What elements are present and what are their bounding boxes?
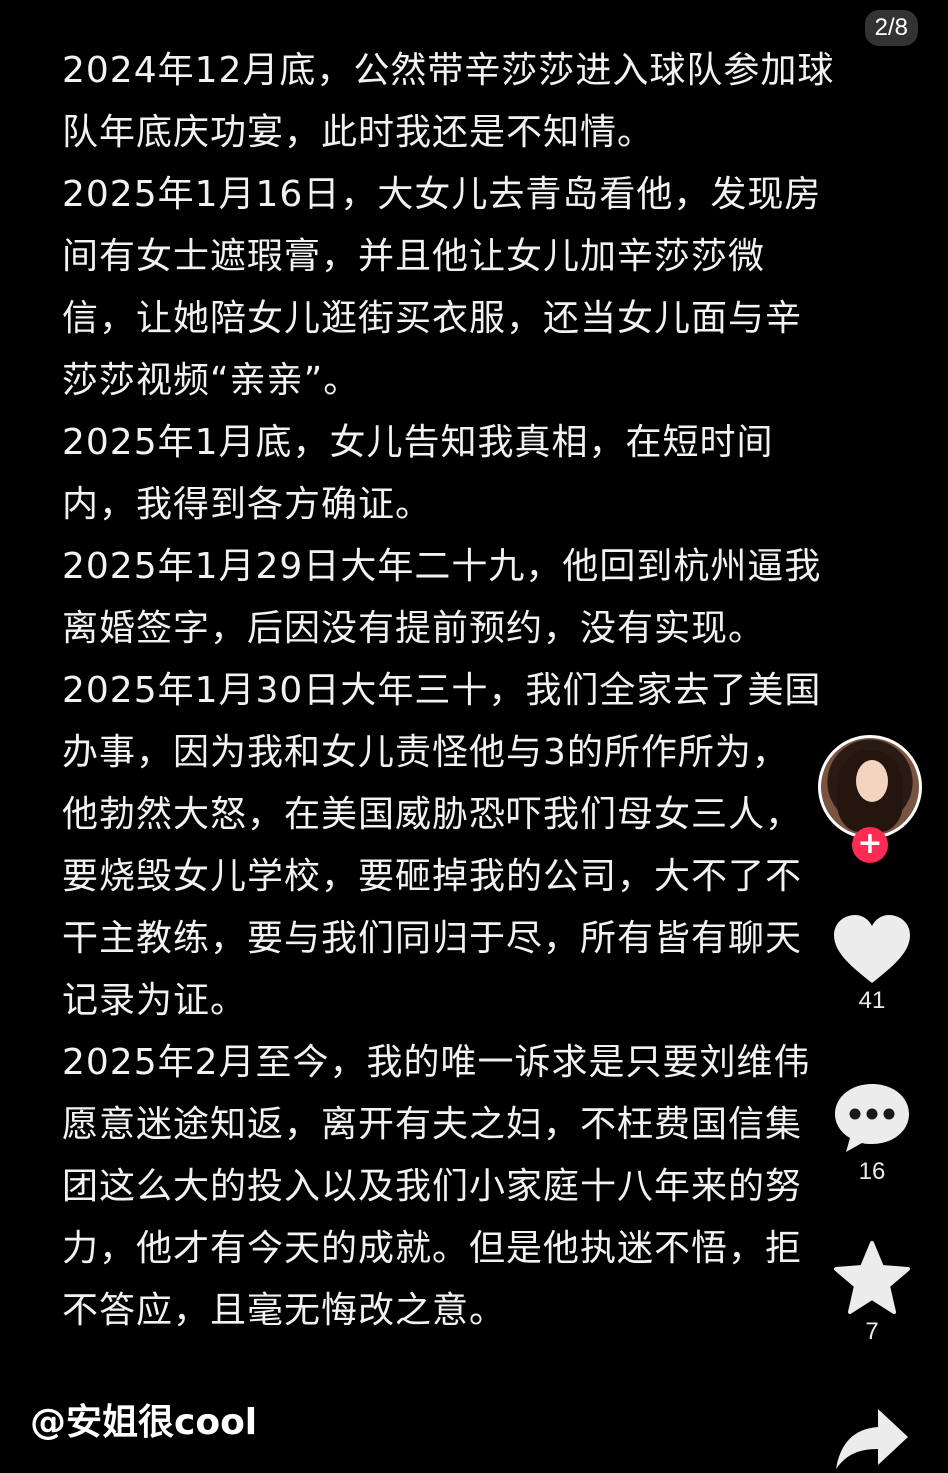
text-line: 离婚签字，后因没有提前预约，没有实现。 bbox=[62, 608, 766, 649]
text-line: 2024年12月底，公然带辛莎莎进入球队参加球 bbox=[62, 50, 835, 91]
text-line: 2025年1月29日大年二十九，他回到杭州逼我 bbox=[62, 546, 822, 587]
favorite-button[interactable]: 7 bbox=[814, 1240, 930, 1346]
share-icon bbox=[836, 1409, 908, 1469]
text-line: 2025年1月16日，大女儿去青岛看他，发现房 bbox=[62, 174, 822, 215]
comment-button[interactable]: 16 bbox=[814, 1080, 930, 1186]
text-line: 2025年1月底，女儿告知我真相，在短时间 bbox=[62, 422, 774, 463]
follow-button[interactable]: + bbox=[852, 827, 888, 863]
text-line: 团这么大的投入以及我们小家庭十八年来的努 bbox=[62, 1166, 803, 1207]
avatar-face bbox=[856, 760, 888, 802]
heart-icon bbox=[834, 915, 910, 983]
text-line: 2025年1月30日大年三十，我们全家去了美国 bbox=[62, 670, 822, 711]
text-line: 他勃然大怒，在美国威胁恐吓我们母女三人， bbox=[62, 794, 803, 835]
text-line: 不答应，且毫无悔改之意。 bbox=[62, 1290, 507, 1331]
text-line: 愿意迷途知返，离开有夫之妇，不枉费国信集 bbox=[62, 1104, 803, 1145]
text-line: 2025年2月至今，我的唯一诉求是只要刘维伟 bbox=[62, 1042, 811, 1083]
share-button[interactable] bbox=[814, 1403, 930, 1473]
text-line: 信，让她陪女儿逛街买衣服，还当女儿面与辛 bbox=[62, 298, 803, 339]
like-count: 41 bbox=[858, 987, 886, 1014]
text-line: 办事，因为我和女儿责怪他与3的所作所为， bbox=[62, 732, 789, 773]
text-line: 力，他才有今天的成就。但是他执迷不悟，拒 bbox=[62, 1228, 803, 1269]
author-avatar[interactable] bbox=[818, 735, 922, 839]
text-line: 干主教练，要与我们同归于尽，所有皆有聊天 bbox=[62, 918, 803, 959]
text-line: 队年底庆功宴，此时我还是不知情。 bbox=[62, 112, 655, 153]
text-line: 莎莎视频“亲亲”。 bbox=[62, 360, 361, 401]
text-line: 间有女士遮瑕膏，并且他让女儿加辛莎莎微 bbox=[62, 236, 766, 277]
comment-icon bbox=[835, 1084, 909, 1152]
text-line: 内，我得到各方确证。 bbox=[62, 484, 433, 525]
post-text-body: 2024年12月底，公然带辛莎莎进入球队参加球 队年底庆功宴，此时我还是不知情。… bbox=[62, 40, 892, 1342]
text-line: 记录为证。 bbox=[62, 980, 248, 1021]
comment-count: 16 bbox=[858, 1158, 886, 1185]
star-icon bbox=[834, 1241, 910, 1314]
text-line: 要烧毁女儿学校，要砸掉我的公司，大不了不 bbox=[62, 856, 803, 897]
author-watermark: @安姐很cool bbox=[30, 1402, 258, 1443]
favorite-count: 7 bbox=[865, 1318, 879, 1345]
like-button[interactable]: 41 bbox=[814, 913, 930, 1015]
